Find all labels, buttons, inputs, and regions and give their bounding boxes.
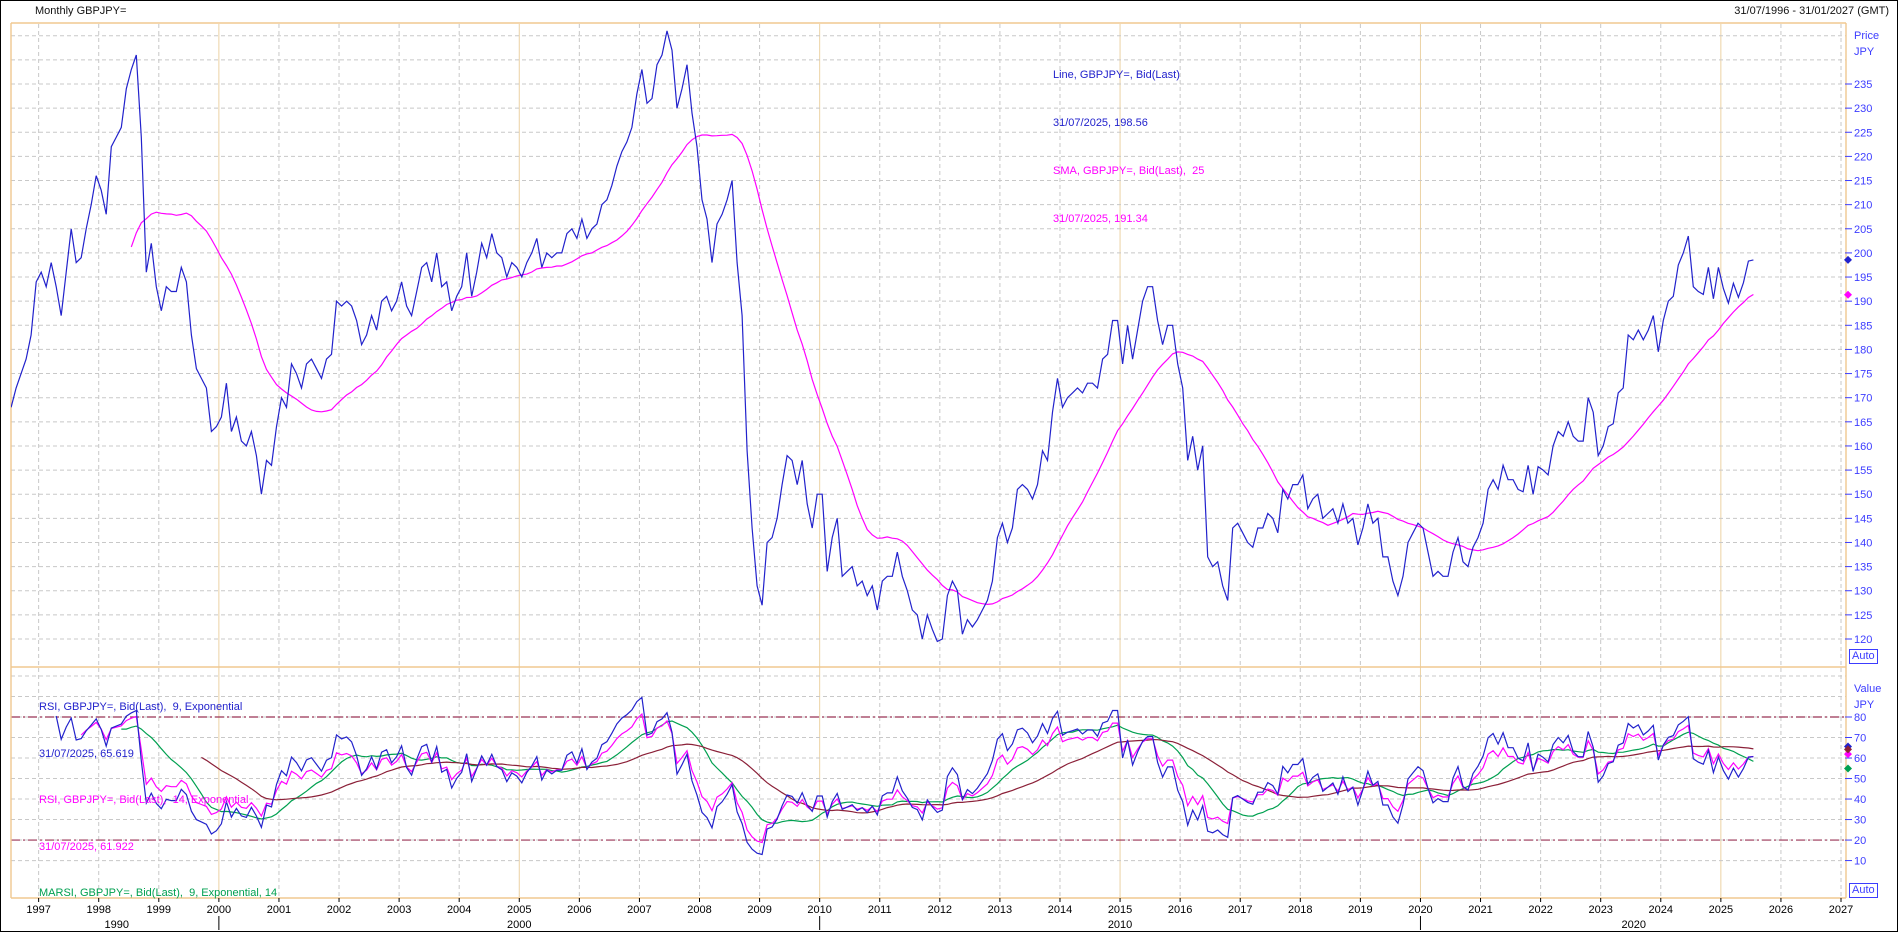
svg-text:135: 135 <box>1854 562 1872 574</box>
legend-line-marsi914: MARSI, GBPJPY=, Bid(Last), 9, Exponentia… <box>39 886 283 902</box>
svg-text:2011: 2011 <box>868 904 892 916</box>
svg-text:195: 195 <box>1854 272 1872 284</box>
price-panel-legend: Line, GBPJPY=, Bid(Last) 31/07/2025, 198… <box>1053 35 1204 259</box>
svg-text:125: 125 <box>1854 610 1872 622</box>
svg-text:50: 50 <box>1854 774 1866 786</box>
price-line <box>11 31 1753 642</box>
legend-line-rsi9: RSI, GBPJPY=, Bid(Last), 9, Exponential <box>39 700 283 716</box>
svg-text:150: 150 <box>1854 489 1872 501</box>
svg-text:2007: 2007 <box>627 904 651 916</box>
svg-text:220: 220 <box>1854 151 1872 163</box>
svg-text:2000: 2000 <box>507 919 531 931</box>
app-window: Monthly GBPJPY= 31/07/1996 - 31/01/2027 … <box>0 0 1898 932</box>
svg-text:205: 205 <box>1854 224 1872 236</box>
svg-text:2002: 2002 <box>327 904 351 916</box>
svg-text:2006: 2006 <box>567 904 591 916</box>
grid-layer <box>11 24 1846 897</box>
svg-text:2017: 2017 <box>1228 904 1252 916</box>
svg-text:185: 185 <box>1854 320 1872 332</box>
svg-text:2024: 2024 <box>1649 904 1673 916</box>
svg-text:70: 70 <box>1854 733 1866 745</box>
svg-text:2021: 2021 <box>1468 904 1492 916</box>
marsi-9-14-line <box>121 721 1753 823</box>
svg-text:160: 160 <box>1854 441 1872 453</box>
svg-text:180: 180 <box>1854 344 1872 356</box>
svg-text:190: 190 <box>1854 296 1872 308</box>
panel-borders <box>11 23 1846 898</box>
svg-text:40: 40 <box>1854 794 1866 806</box>
svg-text:130: 130 <box>1854 586 1872 598</box>
chart-canvas[interactable]: 235 230 225 220 215 210 205 200 195 190 185 180 175 1… <box>1 1 1898 932</box>
svg-text:200: 200 <box>1854 248 1872 260</box>
value-axis[interactable]: 80 70 60 50 40 30 20 10 <box>1844 712 1866 868</box>
svg-text:2020: 2020 <box>1621 919 1645 931</box>
svg-text:2005: 2005 <box>507 904 531 916</box>
time-axis[interactable]: 1997199819992000200120022003200420052006… <box>26 898 1853 931</box>
svg-text:145: 145 <box>1854 513 1872 525</box>
svg-text:2027: 2027 <box>1829 904 1853 916</box>
svg-text:2018: 2018 <box>1288 904 1312 916</box>
legend-line-price-value: 31/07/2025, 198.56 <box>1053 115 1204 131</box>
svg-text:155: 155 <box>1854 465 1872 477</box>
svg-text:2025: 2025 <box>1709 904 1733 916</box>
svg-text:175: 175 <box>1854 369 1872 381</box>
svg-text:2023: 2023 <box>1588 904 1612 916</box>
value-axis-auto-button[interactable]: Auto <box>1849 883 1878 898</box>
svg-text:2004: 2004 <box>447 904 471 916</box>
svg-text:80: 80 <box>1854 712 1866 724</box>
svg-text:170: 170 <box>1854 393 1872 405</box>
svg-text:225: 225 <box>1854 127 1872 139</box>
legend-line-sma-value: 31/07/2025, 191.34 <box>1053 211 1204 227</box>
svg-text:20: 20 <box>1854 835 1866 847</box>
price-axis-auto-button[interactable]: Auto <box>1849 649 1878 664</box>
svg-text:2008: 2008 <box>687 904 711 916</box>
svg-text:2009: 2009 <box>747 904 771 916</box>
svg-text:120: 120 <box>1854 634 1872 646</box>
svg-text:235: 235 <box>1854 79 1872 91</box>
marsi-14-25-line <box>201 740 1753 813</box>
svg-text:2010: 2010 <box>1108 919 1132 931</box>
svg-text:2003: 2003 <box>387 904 411 916</box>
svg-text:165: 165 <box>1854 417 1872 429</box>
svg-text:10: 10 <box>1854 856 1866 868</box>
legend-line-rsi14-value: 31/07/2025, 61.922 <box>39 840 283 856</box>
svg-text:30: 30 <box>1854 815 1866 827</box>
svg-text:2016: 2016 <box>1168 904 1192 916</box>
svg-text:2013: 2013 <box>988 904 1012 916</box>
price-axis[interactable]: 235 230 225 220 215 210 205 200 195 190 185 180 175 1… <box>1844 79 1872 646</box>
svg-text:2014: 2014 <box>1048 904 1072 916</box>
svg-text:2010: 2010 <box>807 904 831 916</box>
svg-text:2022: 2022 <box>1528 904 1552 916</box>
rsi-panel-legend: RSI, GBPJPY=, Bid(Last), 9, Exponential … <box>39 669 283 932</box>
legend-line-rsi9-value: 31/07/2025, 65.619 <box>39 747 283 763</box>
svg-text:2012: 2012 <box>928 904 952 916</box>
svg-text:2020: 2020 <box>1408 904 1432 916</box>
svg-text:140: 140 <box>1854 537 1872 549</box>
svg-text:215: 215 <box>1854 176 1872 188</box>
price-axis-title: Price JPY <box>1854 28 1879 60</box>
rsi-9-line <box>56 697 1753 854</box>
legend-line-price: Line, GBPJPY=, Bid(Last) <box>1053 67 1204 83</box>
svg-text:2019: 2019 <box>1348 904 1372 916</box>
value-axis-title: Value JPY <box>1854 681 1881 713</box>
svg-text:2015: 2015 <box>1108 904 1132 916</box>
svg-text:230: 230 <box>1854 103 1872 115</box>
svg-text:60: 60 <box>1854 753 1866 765</box>
legend-line-rsi14: RSI, GBPJPY=, Bid(Last), 14, Exponential <box>39 793 283 809</box>
svg-text:2026: 2026 <box>1769 904 1793 916</box>
legend-line-sma: SMA, GBPJPY=, Bid(Last), 25 <box>1053 163 1204 179</box>
svg-text:210: 210 <box>1854 200 1872 212</box>
